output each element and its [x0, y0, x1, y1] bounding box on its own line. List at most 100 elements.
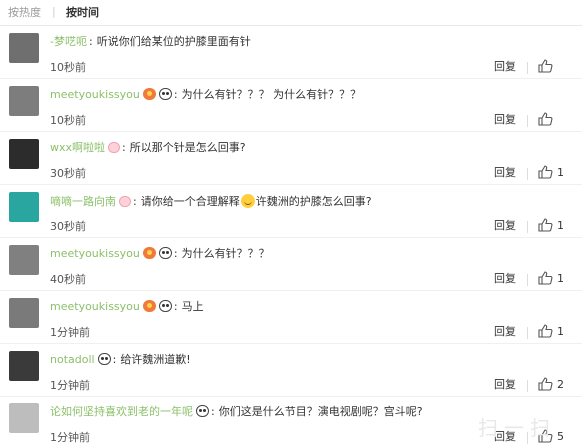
colon: : [122, 141, 126, 154]
colon: : [112, 353, 117, 366]
timestamp: 30秒前 [50, 220, 86, 233]
comment-line: meetyoukissyou: 为什么有针？？？ [50, 247, 270, 261]
reply-button[interactable]: 回复 [494, 325, 516, 339]
reply-button[interactable]: 回复 [494, 378, 516, 392]
timestamp: 1分钟前 [50, 379, 90, 392]
comment-text: 给许魏洲道歉! [120, 353, 191, 366]
comment-item: -梦呓呃: 听说你们给某位的护膝里面有针 10秒前 回复 [0, 26, 582, 79]
thumbs-up-icon [538, 324, 553, 338]
thumbs-up-icon [538, 165, 553, 179]
smiley-emoji-icon [240, 194, 255, 208]
timestamp: 10秒前 [50, 114, 86, 127]
comment-item: wxx啊啦啦: 所以那个针是怎么回事? 30秒前 回复 1 [0, 132, 582, 185]
comment-line: meetyoukissyou: 马上 [50, 300, 204, 314]
panda-icon [158, 247, 172, 259]
comment-text: 为什么有针？？？ [181, 247, 270, 260]
comment-item: notadoll: 给许魏洲道歉! 1分钟前 回复 2 [0, 344, 582, 397]
like-button[interactable]: 1 [538, 271, 564, 287]
like-button[interactable] [538, 112, 557, 128]
tab-separator: | [52, 5, 56, 18]
divider [527, 168, 528, 180]
like-count: 2 [557, 378, 564, 391]
comment-text: 听说你们给某位的护膝里面有针 [96, 35, 251, 48]
panda-icon [158, 300, 172, 312]
username[interactable]: 嘀嘀一路向南 [50, 195, 116, 208]
comment-item: meetyoukissyou: 为什么有针？？？ 40秒前 回复 1 [0, 238, 582, 291]
timestamp: 1分钟前 [50, 326, 90, 339]
comment-line: notadoll: 给许魏洲道歉! [50, 353, 191, 367]
thumbs-up-icon [538, 377, 553, 391]
panda-icon [158, 88, 172, 100]
comment-line: meetyoukissyou: 为什么有针？？？ 为什么有针？？？ [50, 88, 361, 102]
tab-sort-by-hot[interactable]: 按热度 [8, 6, 41, 20]
watermark: 扫一扫 [478, 416, 556, 440]
panda-icon [97, 353, 111, 365]
comment-item: meetyoukissyou: 马上 1分钟前 回复 1 [0, 291, 582, 344]
thumbs-up-icon [538, 59, 553, 73]
comment-item: 嘀嘀一路向南: 请你给一个合理解释 许魏洲的护膝怎么回事? 30秒前 回复 1 [0, 185, 582, 238]
username[interactable]: notadoll [50, 353, 95, 366]
comment-text: 请你给一个合理解释 [140, 195, 240, 208]
username[interactable]: 论如何坚持喜欢到老的一年呢 [50, 405, 193, 418]
thumbs-up-icon [538, 271, 553, 285]
like-button[interactable]: 1 [538, 218, 564, 234]
divider [527, 327, 528, 339]
avatar[interactable] [9, 86, 39, 116]
like-count: 1 [557, 325, 564, 338]
avatar[interactable] [9, 139, 39, 169]
comment-line: wxx啊啦啦: 所以那个针是怎么回事? [50, 141, 246, 155]
colon: : [133, 195, 137, 208]
timestamp: 1分钟前 [50, 431, 90, 444]
colon: : [173, 88, 178, 101]
colon: : [88, 35, 93, 48]
like-button[interactable]: 2 [538, 377, 564, 393]
colon: : [173, 300, 178, 313]
sort-tabs: 按热度 | 按时间 [0, 0, 582, 26]
vip-flag-icon [142, 300, 156, 312]
reply-button[interactable]: 回复 [494, 166, 516, 180]
like-count: 1 [557, 272, 564, 285]
like-button[interactable]: 1 [538, 324, 564, 340]
comment-line: -梦呓呃: 听说你们给某位的护膝里面有针 [50, 35, 251, 49]
like-count: 1 [557, 166, 564, 179]
avatar[interactable] [9, 403, 39, 433]
colon: : [211, 405, 215, 418]
comment-item: meetyoukissyou: 为什么有针？？？ 为什么有针？？？ 10秒前 回复 [0, 79, 582, 132]
comment-text: 你们这是什么节目？演电视剧呢？宫斗呢? [218, 405, 423, 418]
username[interactable]: wxx啊啦啦 [50, 141, 105, 154]
divider [527, 274, 528, 286]
like-button[interactable]: 1 [538, 165, 564, 181]
avatar[interactable] [9, 33, 39, 63]
like-button[interactable] [538, 59, 557, 75]
thumbs-up-icon [538, 218, 553, 232]
comment-text: 所以那个针是怎么回事? [129, 141, 246, 154]
like-count: 5 [557, 430, 564, 443]
username[interactable]: meetyoukissyou [50, 300, 140, 313]
timestamp: 30秒前 [50, 167, 86, 180]
colon: : [173, 247, 178, 260]
thumbs-up-icon [538, 112, 553, 126]
reply-button[interactable]: 回复 [494, 60, 516, 74]
comment-text: 马上 [181, 300, 204, 313]
divider [527, 221, 528, 233]
avatar[interactable] [9, 298, 39, 328]
timestamp: 10秒前 [50, 61, 86, 74]
divider [527, 115, 528, 127]
username[interactable]: meetyoukissyou [50, 88, 140, 101]
tab-sort-by-time[interactable]: 按时间 [66, 6, 99, 20]
pig-icon [108, 142, 121, 153]
pig-icon [119, 196, 131, 207]
avatar[interactable] [9, 351, 39, 381]
avatar[interactable] [9, 245, 39, 275]
reply-button[interactable]: 回复 [494, 113, 516, 127]
comment-line: 论如何坚持喜欢到老的一年呢: 你们这是什么节目？演电视剧呢？宫斗呢? [50, 405, 423, 419]
username[interactable]: meetyoukissyou [50, 247, 140, 260]
vip-flag-icon [142, 88, 156, 100]
reply-button[interactable]: 回复 [494, 272, 516, 286]
like-count: 1 [557, 219, 564, 232]
divider [527, 62, 528, 74]
username[interactable]: -梦呓呃 [50, 35, 87, 48]
reply-button[interactable]: 回复 [494, 219, 516, 233]
comment-text-continued: 许魏洲的护膝怎么回事? [255, 195, 372, 208]
avatar[interactable] [9, 192, 39, 222]
